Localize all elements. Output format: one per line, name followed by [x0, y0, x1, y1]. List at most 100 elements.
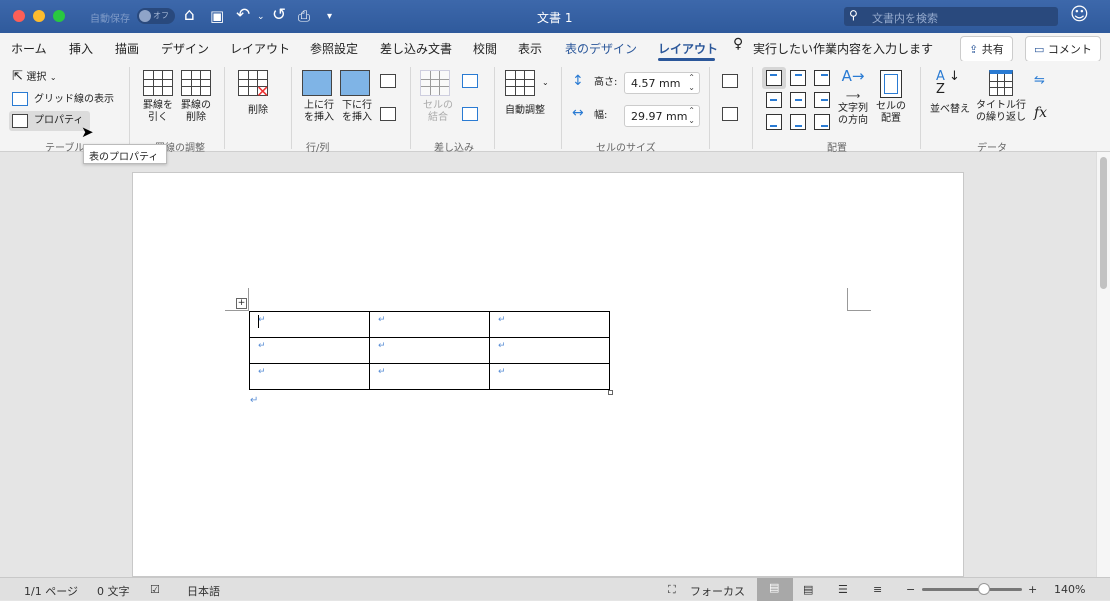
align-top-right-icon[interactable]: [814, 70, 830, 86]
minimize-window-button[interactable]: [33, 10, 45, 22]
document-table[interactable]: ↵ ↵ ↵ ↵ ↵ ↵ ↵ ↵ ↵: [249, 311, 610, 390]
page-count[interactable]: 1/1 ページ: [24, 583, 78, 599]
width-spinner[interactable]: 29.97 mm ⌃ ⌄: [624, 105, 700, 127]
zoom-slider[interactable]: [922, 583, 1022, 595]
formula-button[interactable]: fx: [1034, 105, 1047, 121]
search-box[interactable]: ⚲ 文書内を検索: [844, 7, 1058, 26]
comments-button[interactable]: ▭ コメント: [1025, 36, 1101, 62]
zoom-in-button[interactable]: +: [1028, 583, 1037, 596]
draw-table-button[interactable]: 罫線を 引く: [140, 70, 176, 124]
delete-button[interactable]: ✕ 削除: [238, 70, 282, 117]
zoom-level[interactable]: 140%: [1054, 583, 1085, 596]
align-middle-left-icon[interactable]: [766, 92, 782, 108]
insert-below-button[interactable]: 下に行 を挿入: [340, 70, 374, 124]
redo-icon[interactable]: ↺: [272, 5, 286, 25]
align-top-left-icon[interactable]: [766, 70, 782, 86]
scrollbar-thumb[interactable]: [1100, 157, 1107, 289]
table-cell[interactable]: ↵: [489, 337, 610, 364]
table-cell[interactable]: ↵: [369, 311, 490, 338]
zoom-out-button[interactable]: −: [906, 583, 915, 596]
insert-above-button[interactable]: 上に行 を挿入: [302, 70, 336, 124]
table-cell[interactable]: ↵: [249, 363, 370, 390]
eraser-button[interactable]: 罫線の 削除: [178, 70, 214, 124]
title-bar: 自動保存 オフ ⌂ ▣ ↶ ⌄ ↺ ⎙ ▾ 文書 1 ⚲ 文書内を検索 ☺: [0, 0, 1110, 33]
tab-mailings[interactable]: 差し込み文書: [380, 40, 452, 57]
autosave-toggle[interactable]: オフ: [137, 8, 175, 24]
zoom-slider-thumb[interactable]: [978, 583, 990, 595]
document-title: 文書 1: [537, 11, 573, 25]
split-cells-icon[interactable]: [462, 74, 478, 88]
proofing-icon[interactable]: ☑: [150, 583, 160, 596]
table-move-handle-icon[interactable]: +: [236, 298, 247, 309]
undo-icon[interactable]: ↶: [236, 5, 250, 25]
distribute-rows-icon[interactable]: [722, 74, 738, 88]
table-cell[interactable]: ↵: [489, 363, 610, 390]
align-bottom-center-icon[interactable]: [790, 114, 806, 130]
table-cell[interactable]: ↵: [249, 337, 370, 364]
cell-margins-button[interactable]: セルの 配置: [874, 70, 908, 125]
tab-review[interactable]: 校閲: [473, 40, 497, 57]
tab-references[interactable]: 参照設定: [310, 40, 358, 57]
table-cell[interactable]: ↵: [369, 363, 490, 390]
select-button[interactable]: ⇱ 選択 ⌄: [12, 69, 57, 84]
word-count[interactable]: 0 文字: [97, 583, 130, 599]
table-cell[interactable]: ↵: [489, 311, 610, 338]
table-cell[interactable]: ↵: [369, 337, 490, 364]
print-layout-view-button[interactable]: ▤: [757, 578, 793, 601]
ribbon-tabs: ホーム 挿入 描画 デザイン レイアウト 参照設定 差し込み文書 校閲 表示 表…: [0, 33, 1110, 62]
draft-view-icon[interactable]: ≡: [873, 583, 882, 596]
outline-view-icon[interactable]: ☰: [838, 583, 848, 596]
focus-mode[interactable]: フォーカス: [690, 583, 745, 599]
tab-home[interactable]: ホーム: [11, 40, 47, 57]
table-resize-handle[interactable]: [608, 390, 613, 395]
autofit-button[interactable]: ⌄ 自動調整: [505, 70, 551, 117]
repeat-header-rows-button[interactable]: タイトル行 の繰り返し: [975, 70, 1027, 124]
align-middle-center-icon[interactable]: [790, 92, 806, 108]
status-bar: 1/1 ページ 0 文字 ☑ 日本語 ⛶ フォーカス ▤ ▤ ☰ ≡ − + 1…: [0, 577, 1110, 601]
tab-draw[interactable]: 描画: [115, 40, 139, 57]
split-table-icon[interactable]: [462, 107, 478, 121]
customize-toolbar-icon[interactable]: ▾: [327, 11, 332, 22]
height-spinner[interactable]: 4.57 mm ⌃ ⌄: [624, 72, 700, 94]
align-top-center-icon[interactable]: [790, 70, 806, 86]
eraser-icon: [181, 70, 211, 96]
focus-icon[interactable]: ⛶: [668, 583, 676, 597]
width-label: 幅:: [594, 110, 608, 121]
align-middle-right-icon[interactable]: [814, 92, 830, 108]
divider: [561, 67, 562, 149]
web-layout-icon[interactable]: ▤: [803, 583, 813, 596]
merge-cells-button[interactable]: セルの 結合: [420, 70, 456, 124]
tab-layout[interactable]: レイアウト: [230, 40, 290, 57]
text-direction-button[interactable]: A→ ⟶ 文字列 の方向: [836, 67, 870, 127]
tab-table-design[interactable]: 表のデザイン: [565, 40, 637, 57]
distribute-columns-icon[interactable]: [722, 107, 738, 121]
home-icon[interactable]: ⌂: [184, 5, 195, 25]
sort-button[interactable]: A ↓ Z 並べ替え: [930, 70, 970, 116]
convert-to-text-icon[interactable]: ⇋: [1034, 73, 1045, 88]
save-icon[interactable]: ▣: [210, 7, 224, 25]
align-bottom-right-icon[interactable]: [814, 114, 830, 130]
zoom-window-button[interactable]: [53, 10, 65, 22]
tab-design[interactable]: デザイン: [161, 40, 209, 57]
language[interactable]: 日本語: [187, 583, 220, 599]
align-bottom-left-icon[interactable]: [766, 114, 782, 130]
spinner-arrows-icon[interactable]: ⌃ ⌄: [688, 73, 695, 93]
share-button[interactable]: ⇪ 共有: [960, 36, 1013, 62]
smiley-feedback-icon[interactable]: ☺: [1070, 4, 1089, 25]
tab-view[interactable]: 表示: [518, 40, 542, 57]
table-cell[interactable]: ↵: [249, 311, 370, 338]
properties-button[interactable]: プロパティ: [9, 111, 90, 131]
spinner-arrows-icon[interactable]: ⌃ ⌄: [688, 106, 695, 126]
insert-right-icon[interactable]: [380, 107, 396, 121]
vertical-scrollbar[interactable]: [1096, 152, 1110, 577]
undo-dropdown-icon[interactable]: ⌄: [257, 12, 265, 22]
insert-left-icon[interactable]: [380, 74, 396, 88]
tab-table-layout[interactable]: レイアウト: [658, 40, 718, 57]
print-icon[interactable]: ⎙: [298, 7, 310, 25]
tab-insert[interactable]: 挿入: [69, 40, 93, 57]
divider: [291, 67, 292, 149]
close-window-button[interactable]: [13, 10, 25, 22]
search-input[interactable]: 文書内を検索: [872, 10, 938, 26]
divider: [920, 67, 921, 149]
tell-me-input[interactable]: 実行したい作業内容を入力します: [753, 40, 933, 57]
